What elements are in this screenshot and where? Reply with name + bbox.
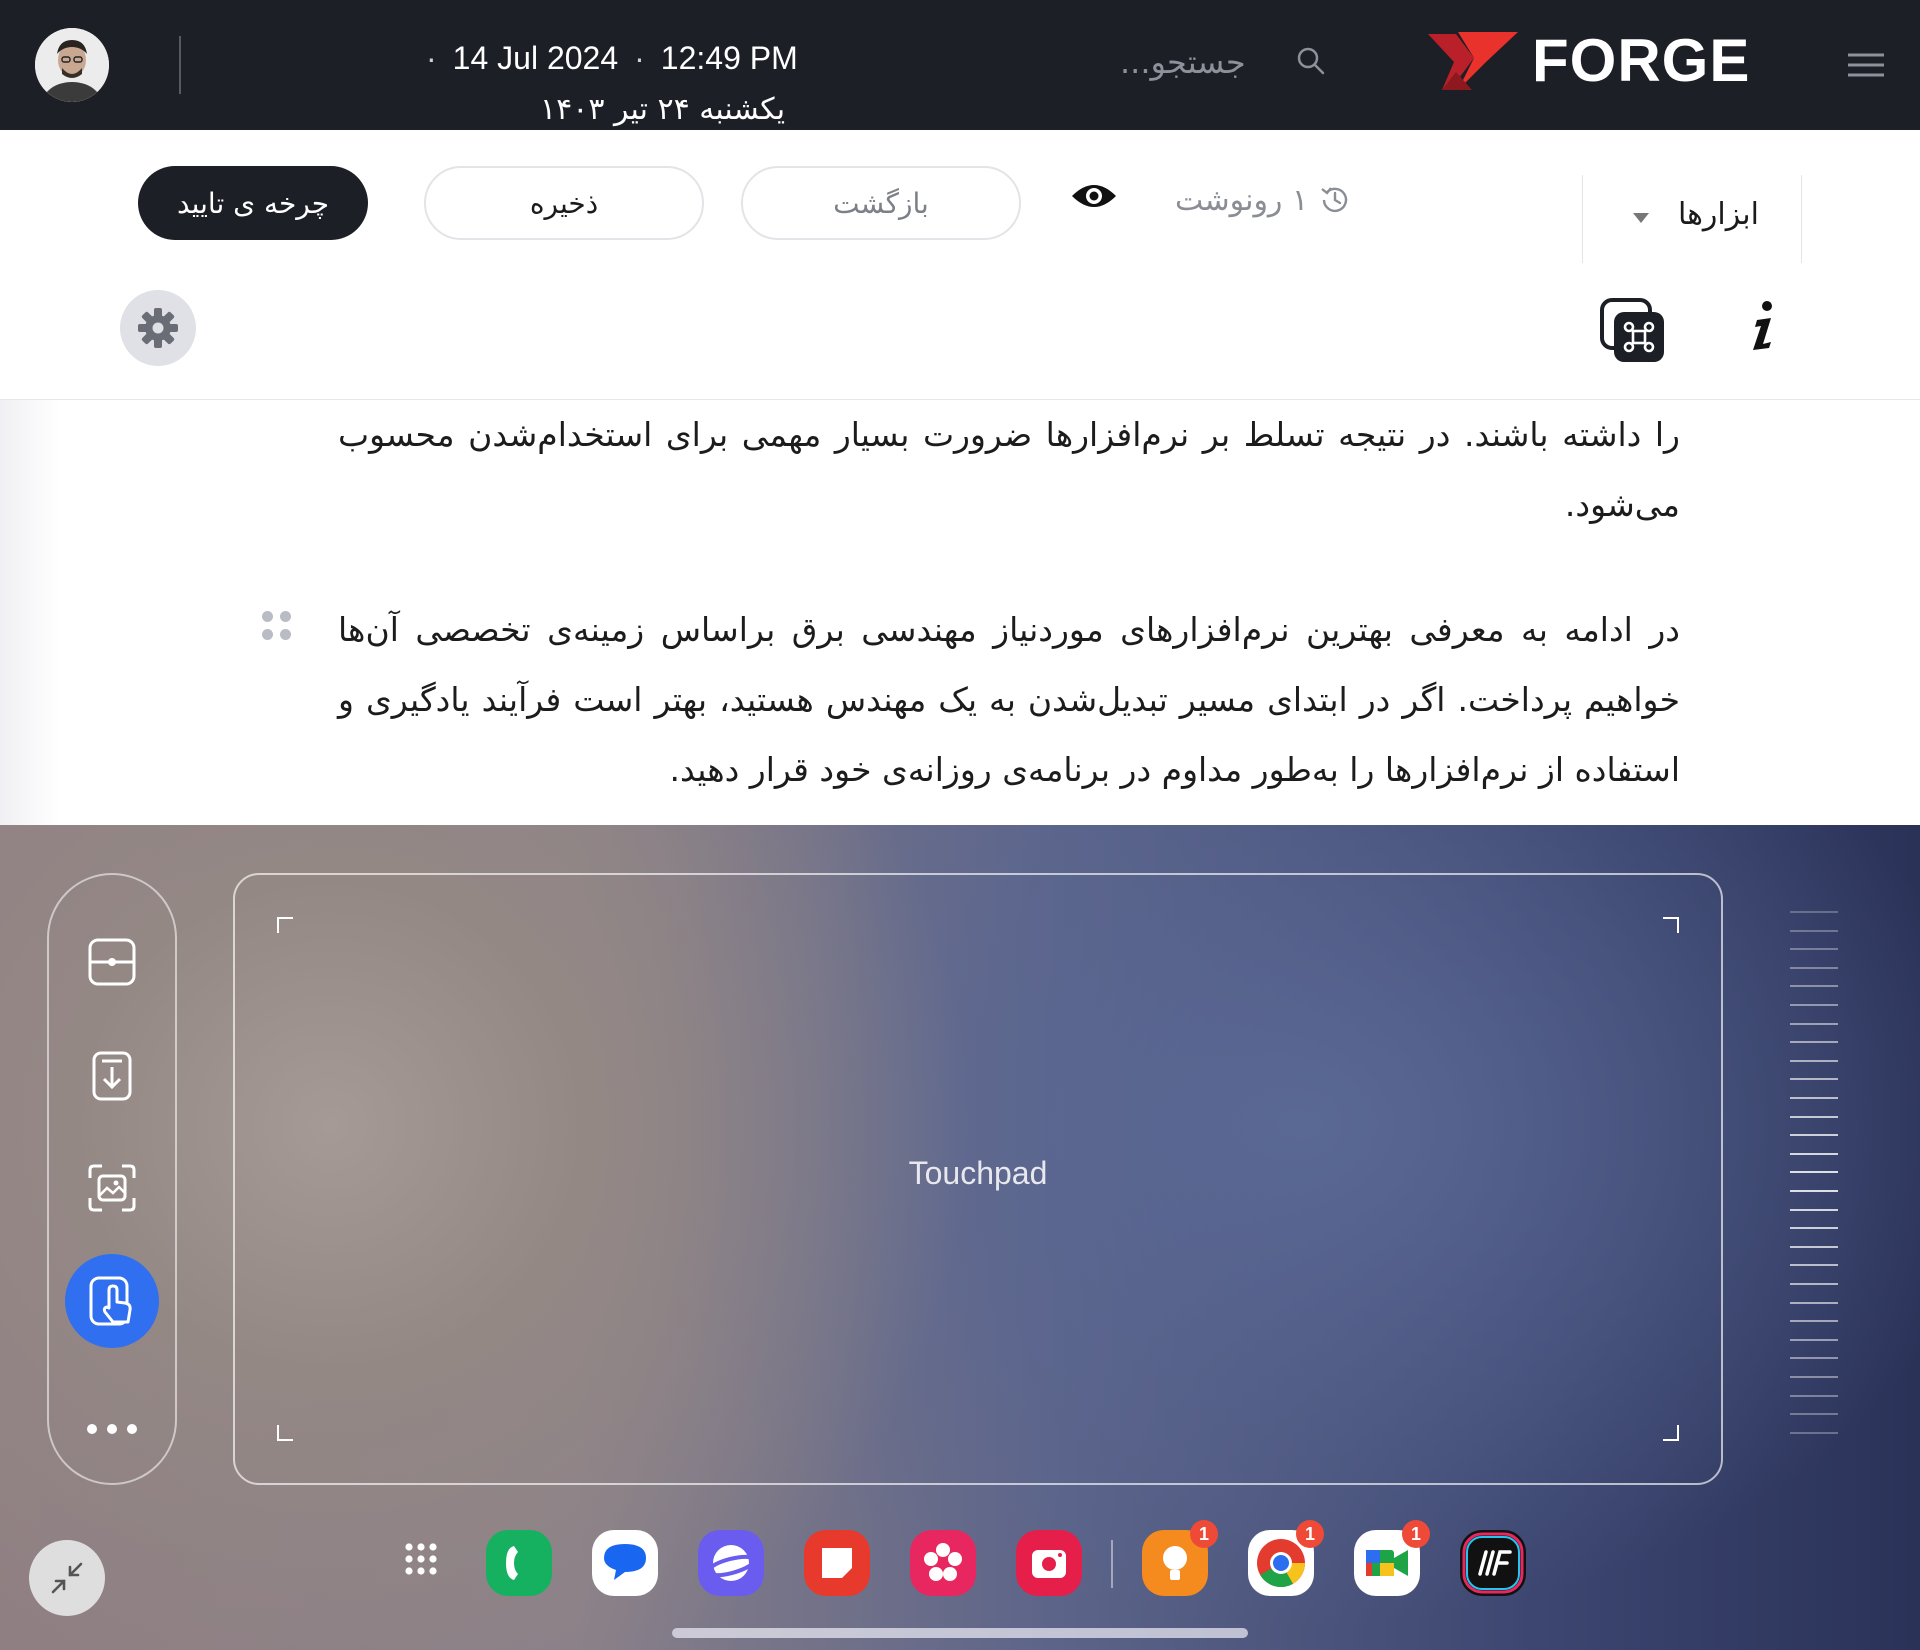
home-indicator[interactable] (672, 1628, 1248, 1638)
ruler-tick (1790, 1004, 1838, 1006)
download-screen-button[interactable] (65, 1028, 159, 1122)
tools-label: ابزارها (1677, 197, 1759, 232)
blossom-gallery-app-icon[interactable] (910, 1530, 976, 1596)
ruler-tick (1790, 966, 1838, 969)
revision-label: ۱ رونوشت (1175, 182, 1309, 218)
persian-date: یکشنبه ۲۴ تیر ۱۴۰۳ (540, 92, 786, 127)
command-shortcut-icon[interactable] (1600, 298, 1666, 364)
phone-app-icon[interactable] (486, 1530, 552, 1596)
info-icon[interactable] (1743, 298, 1783, 354)
tips-app-icon[interactable]: 1 (1142, 1520, 1218, 1596)
ruler-tick (1790, 1338, 1838, 1341)
approval-cycle-button[interactable]: چرخه ی تایید (138, 166, 368, 240)
scroll-strip[interactable] (1790, 911, 1838, 1441)
search-input[interactable]: جستجو... (1120, 43, 1246, 81)
ruler-tick (1790, 1097, 1838, 1099)
paragraph[interactable]: در ادامه به معرفی بهترین نرم‌افزارهای مو… (338, 595, 1680, 805)
touchpad-area[interactable]: Touchpad (233, 873, 1723, 1485)
topbar-divider (179, 36, 181, 94)
corner-mark (277, 917, 293, 933)
ruler-tick (1790, 1227, 1838, 1230)
gear-icon (138, 308, 178, 348)
ruler-tick (1790, 1208, 1838, 1211)
ruler-tick (1790, 1059, 1838, 1062)
ruler-tick (1790, 1152, 1838, 1155)
time-text: 12:49 PM (660, 40, 798, 76)
chrome-app-icon[interactable]: 1 (1248, 1520, 1324, 1596)
ruler-tick (1790, 1394, 1838, 1397)
corner-mark (277, 1425, 293, 1441)
hamburger-menu-icon[interactable] (1848, 50, 1884, 80)
ruler-tick (1790, 985, 1838, 988)
ruler-tick (1790, 1301, 1838, 1304)
separator-dot: · (426, 40, 437, 76)
touchpad-pointer-button[interactable] (65, 1254, 159, 1348)
eye-icon[interactable] (1070, 178, 1118, 214)
ruler-tick (1790, 929, 1838, 932)
date-time: · 14 Jul 2024 · 12:49 PM (410, 40, 798, 77)
capture-image-icon (88, 1164, 136, 1212)
split-screen-button[interactable] (65, 915, 159, 1009)
ruler-tick (1790, 948, 1838, 951)
save-button[interactable]: ذخیره (424, 166, 704, 240)
tools-dropdown[interactable]: ابزارها (1582, 175, 1802, 263)
user-avatar[interactable] (35, 28, 109, 102)
notification-badge: 1 (1296, 1520, 1324, 1548)
ruler-tick (1790, 1190, 1838, 1192)
top-bar: · 14 Jul 2024 · 12:49 PM یکشنبه ۲۴ تیر ۱۴۰۳… (0, 0, 1920, 130)
split-screen-icon (88, 938, 136, 986)
app-drawer-icon[interactable] (392, 1530, 458, 1596)
ruler-tick (1790, 1115, 1838, 1118)
content-edge-shadow (0, 400, 60, 825)
dock-divider (1111, 1540, 1113, 1588)
ruler-tick (1790, 1041, 1838, 1044)
capture-image-button[interactable] (65, 1141, 159, 1235)
ruler-tick (1790, 1283, 1838, 1285)
touchpad-tool-rail (47, 873, 177, 1485)
ruler-tick (1790, 1264, 1838, 1267)
date-text: 14 Jul 2024 (452, 40, 619, 76)
collapse-arrows-icon (51, 1562, 83, 1594)
history-icon (1321, 187, 1348, 213)
chevron-down-icon (1633, 213, 1649, 223)
ruler-tick (1790, 1376, 1838, 1378)
ruler-tick (1790, 1078, 1838, 1081)
ruler-tick (1790, 1320, 1838, 1323)
forge-app-icon[interactable] (1460, 1530, 1526, 1596)
ruler-tick (1790, 1357, 1838, 1360)
notification-badge: 1 (1402, 1520, 1430, 1548)
notification-badge: 1 (1190, 1520, 1218, 1548)
ruler-tick (1790, 1245, 1838, 1248)
download-screen-icon (92, 1051, 132, 1101)
ruler-tick (1790, 1134, 1838, 1137)
separator-dot: · (634, 40, 645, 76)
back-button[interactable]: بازگشت (741, 166, 1021, 240)
samsung-notes-app-icon[interactable] (804, 1530, 870, 1596)
ruler-tick (1790, 1171, 1838, 1174)
ruler-tick (1790, 911, 1838, 913)
touchpad-overlay: Touchpad 1 1 1 (0, 825, 1920, 1650)
revision-indicator[interactable]: ۱ رونوشت (1175, 178, 1352, 222)
article-content: را داشته باشند. در نتیجه تسلط بر نرم‌افز… (0, 400, 1920, 825)
google-meet-app-icon[interactable]: 1 (1354, 1520, 1430, 1596)
collapse-button[interactable] (29, 1540, 105, 1616)
corner-mark (1663, 1425, 1679, 1441)
paragraph[interactable]: را داشته باشند. در نتیجه تسلط بر نرم‌افز… (338, 400, 1680, 540)
touchpad-label: Touchpad (908, 1155, 1048, 1191)
editor-toolbar: ابزارها ۱ رونوشت بازگشت ذخیره چرخه ی تای… (0, 130, 1920, 400)
ruler-tick (1790, 1022, 1838, 1025)
ruler-tick (1790, 1413, 1838, 1416)
corner-mark (1663, 917, 1679, 933)
messages-app-icon[interactable] (592, 1530, 658, 1596)
search-icon[interactable] (1296, 46, 1326, 76)
more-icon[interactable] (87, 1421, 137, 1437)
drag-handle-icon[interactable] (262, 611, 296, 645)
samsung-internet-app-icon[interactable] (698, 1530, 764, 1596)
ruler-tick (1790, 1431, 1838, 1434)
camera-app-icon[interactable] (1016, 1530, 1082, 1596)
touchpad-pointer-icon (89, 1276, 132, 1326)
settings-button[interactable] (120, 290, 196, 366)
forge-logo-icon[interactable] (1428, 32, 1518, 90)
logo-text: FORGE (1532, 27, 1751, 94)
